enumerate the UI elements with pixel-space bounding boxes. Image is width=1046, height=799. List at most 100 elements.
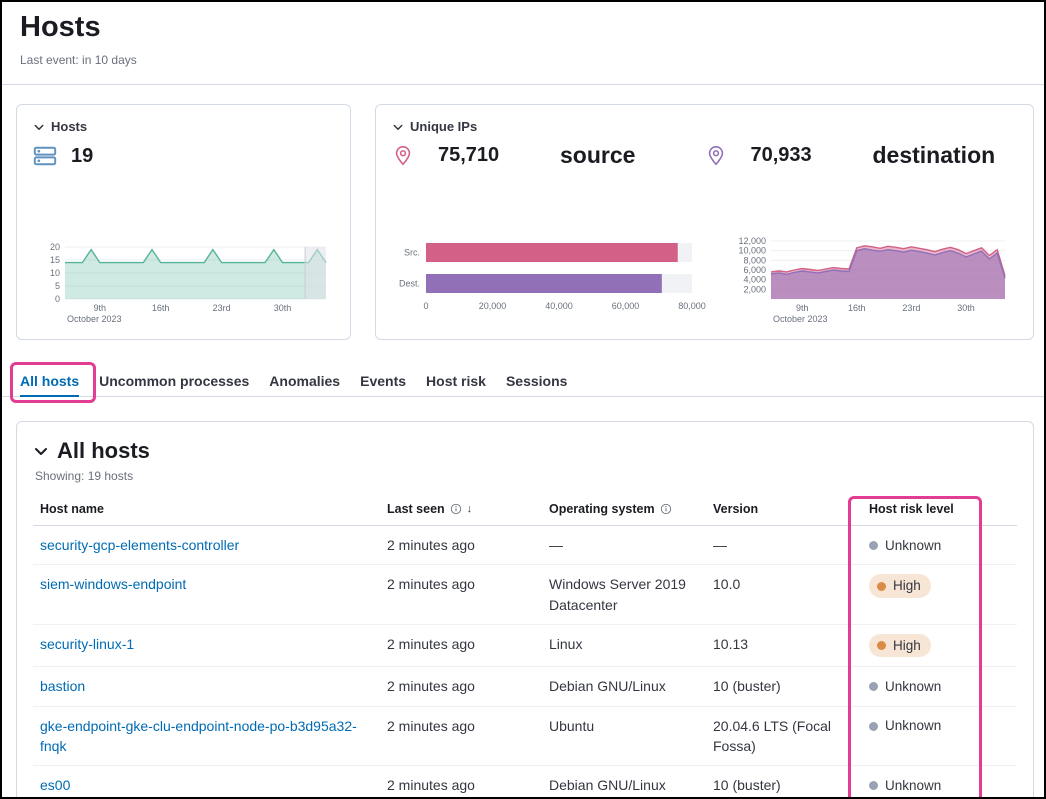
- hosts-page: Hosts Last event: in 10 days Hosts 19: [0, 0, 1046, 799]
- source-ip-label: source: [560, 142, 635, 169]
- destination-ip-count: 70,933: [751, 144, 837, 167]
- svg-text:4,000: 4,000: [743, 275, 766, 285]
- source-ip-count: 75,710: [438, 144, 524, 167]
- version-cell: 10 (buster): [706, 667, 862, 706]
- svg-text:October 2023: October 2023: [773, 314, 828, 324]
- tab-sessions[interactable]: Sessions: [506, 365, 567, 397]
- svg-text:23rd: 23rd: [213, 303, 231, 313]
- page-title: Hosts: [20, 10, 137, 45]
- svg-text:10: 10: [50, 268, 60, 278]
- hosts-count: 19: [71, 145, 93, 168]
- hosts-tabs: All hosts Uncommon processes Anomalies E…: [2, 365, 1044, 397]
- all-hosts-title: All hosts: [57, 438, 150, 464]
- svg-text:6,000: 6,000: [743, 265, 766, 275]
- version-cell: 20.04.6 LTS (Focal Fossa): [706, 706, 862, 766]
- unique-ips-header: Unique IPs: [392, 119, 1017, 134]
- tab-uncommon-processes[interactable]: Uncommon processes: [99, 365, 249, 397]
- last-seen-cell: 2 minutes ago: [380, 624, 542, 667]
- table-row: security-linux-1 2 minutes ago Linux 10.…: [33, 624, 1017, 667]
- info-icon[interactable]: [660, 503, 672, 515]
- host-link[interactable]: bastion: [40, 676, 85, 696]
- kpi-row: Hosts 19 051015209th16th23rd30thOctober …: [16, 104, 1034, 340]
- table-row: security-gcp-elements-controller 2 minut…: [33, 526, 1017, 565]
- table-row: es00 2 minutes ago Debian GNU/Linux 10 (…: [33, 766, 1017, 799]
- risk-badge: Unknown: [869, 776, 941, 796]
- table-row: siem-windows-endpoint 2 minutes ago Wind…: [33, 565, 1017, 625]
- risk-dot: [869, 682, 878, 691]
- destination-ip-metric: 70,933 destination: [705, 142, 1018, 169]
- tab-all-hosts[interactable]: All hosts: [20, 365, 79, 397]
- source-ip-metric: 75,710 source: [392, 142, 705, 169]
- os-cell: Linux: [542, 624, 706, 667]
- os-cell: Debian GNU/Linux: [542, 766, 706, 799]
- svg-text:8,000: 8,000: [743, 255, 766, 265]
- destination-ip-label: destination: [873, 142, 996, 169]
- col-version[interactable]: Version: [706, 493, 862, 526]
- header-divider: [2, 84, 1044, 85]
- svg-text:9th: 9th: [796, 303, 809, 313]
- svg-text:80,000: 80,000: [678, 301, 706, 311]
- table-header-row: Host name Last seen ↓ Operating system V…: [33, 493, 1017, 526]
- svg-text:30th: 30th: [274, 303, 292, 313]
- tab-anomalies[interactable]: Anomalies: [269, 365, 340, 397]
- os-cell: Windows Server 2019 Datacenter: [542, 565, 706, 625]
- chevron-down-icon[interactable]: [392, 121, 404, 133]
- host-link[interactable]: gke-endpoint-gke-clu-endpoint-node-po-b3…: [40, 716, 372, 757]
- host-link[interactable]: siem-windows-endpoint: [40, 574, 186, 594]
- host-link[interactable]: security-gcp-elements-controller: [40, 535, 239, 555]
- version-cell: —: [706, 526, 862, 565]
- hosts-kpi-title: Hosts: [51, 119, 87, 134]
- chevron-down-icon[interactable]: [33, 121, 45, 133]
- svg-text:9th: 9th: [94, 303, 107, 313]
- svg-text:16th: 16th: [152, 303, 170, 313]
- svg-text:Src.: Src.: [404, 248, 420, 258]
- host-link[interactable]: security-linux-1: [40, 634, 134, 654]
- svg-text:20: 20: [50, 242, 60, 252]
- svg-text:30th: 30th: [957, 303, 975, 313]
- hosts-area-chart[interactable]: 051015209th16th23rd30thOctober 2023: [33, 241, 336, 325]
- svg-text:16th: 16th: [848, 303, 866, 313]
- last-seen-cell: 2 minutes ago: [380, 565, 542, 625]
- unique-ips-metrics: 75,710 source 70,933 destination: [392, 142, 1017, 169]
- col-last-seen[interactable]: Last seen ↓: [380, 493, 542, 526]
- svg-text:0: 0: [55, 294, 60, 304]
- last-seen-cell: 2 minutes ago: [380, 526, 542, 565]
- unique-ips-bar-chart[interactable]: Src.Dest.020,00040,00060,00080,000: [392, 237, 712, 325]
- svg-text:10,000: 10,000: [738, 246, 766, 256]
- risk-badge: High: [869, 574, 931, 598]
- last-event-text: Last event: in 10 days: [20, 53, 137, 67]
- host-link[interactable]: es00: [40, 775, 70, 795]
- svg-text:12,000: 12,000: [738, 237, 766, 246]
- risk-badge: Unknown: [869, 716, 941, 736]
- risk-dot: [877, 641, 886, 650]
- chevron-down-icon[interactable]: [33, 443, 49, 459]
- svg-text:20,000: 20,000: [479, 301, 507, 311]
- map-pin-icon: [705, 145, 727, 167]
- all-hosts-panel: All hosts Showing: 19 hosts Host name La…: [16, 421, 1034, 799]
- version-cell: 10.13: [706, 624, 862, 667]
- risk-dot: [869, 781, 878, 790]
- unique-ips-title: Unique IPs: [410, 119, 477, 134]
- tab-host-risk[interactable]: Host risk: [426, 365, 486, 397]
- col-host-name[interactable]: Host name: [33, 493, 380, 526]
- version-cell: 10.0: [706, 565, 862, 625]
- svg-text:2,000: 2,000: [743, 284, 766, 294]
- unique-ips-area-chart[interactable]: 2,0004,0006,0008,00010,00012,000 9th 16th 2…: [725, 237, 1017, 325]
- svg-text:Dest.: Dest.: [399, 279, 420, 289]
- map-pin-icon: [392, 145, 414, 167]
- tab-events[interactable]: Events: [360, 365, 406, 397]
- version-cell: 10 (buster): [706, 766, 862, 799]
- svg-text:0: 0: [423, 301, 428, 311]
- table-row: gke-endpoint-gke-clu-endpoint-node-po-b3…: [33, 706, 1017, 766]
- storage-icon: [33, 144, 57, 168]
- os-cell: Ubuntu: [542, 706, 706, 766]
- svg-text:23rd: 23rd: [902, 303, 920, 313]
- info-icon[interactable]: [450, 503, 462, 515]
- svg-text:October 2023: October 2023: [67, 314, 122, 324]
- sort-desc-icon[interactable]: ↓: [467, 503, 473, 515]
- svg-text:15: 15: [50, 255, 60, 265]
- page-header: Hosts Last event: in 10 days: [20, 10, 137, 67]
- col-host-risk-level[interactable]: Host risk level: [862, 493, 1017, 526]
- col-operating-system[interactable]: Operating system: [542, 493, 706, 526]
- hosts-metric: 19: [33, 144, 334, 168]
